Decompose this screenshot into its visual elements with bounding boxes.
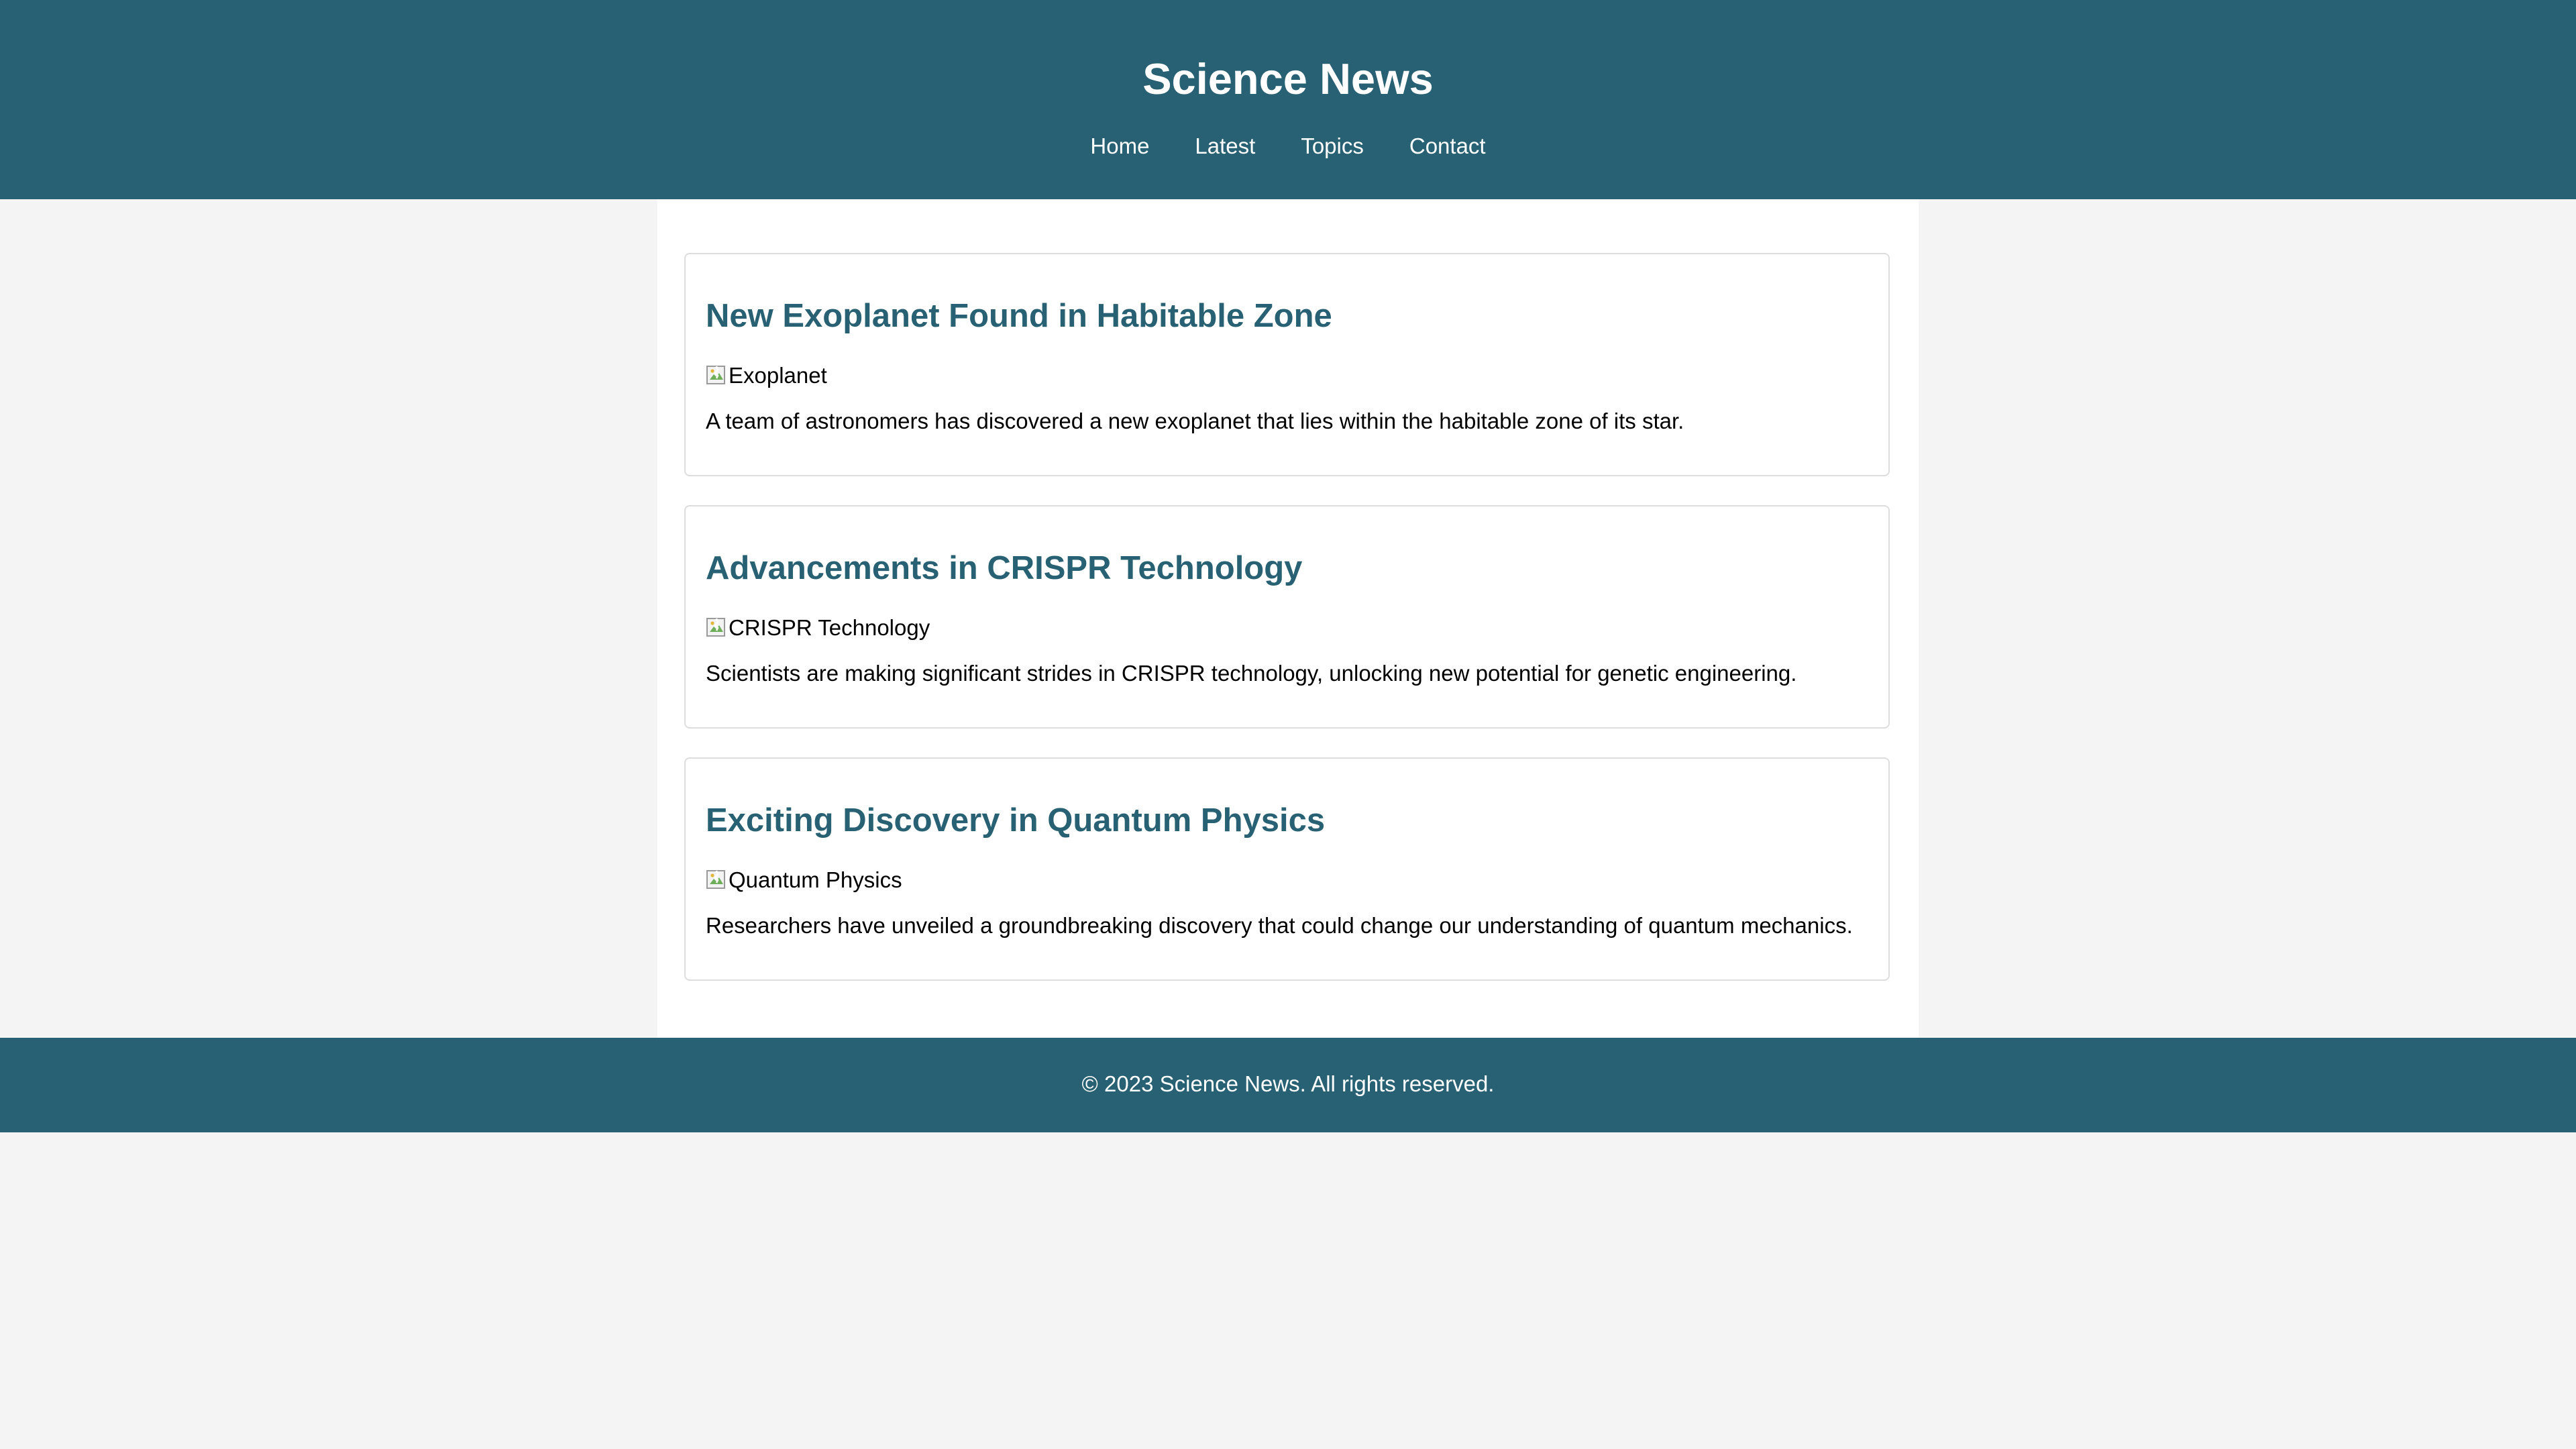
article-image: Quantum Physics	[706, 866, 902, 894]
article-summary: Researchers have unveiled a groundbreaki…	[706, 913, 1853, 938]
broken-image-icon	[706, 870, 725, 889]
image-alt-text: Quantum Physics	[729, 867, 902, 892]
broken-image-icon	[706, 366, 725, 384]
nav-link-latest[interactable]: Latest	[1195, 131, 1255, 161]
main-nav: Home Latest Topics Contact	[0, 131, 2576, 161]
image-alt-text: Exoplanet	[729, 363, 827, 388]
nav-link-home[interactable]: Home	[1090, 131, 1149, 161]
article-summary: A team of astronomers has discovered a n…	[706, 409, 1684, 433]
footer-copyright: © 2023 Science News. All rights reserved…	[1081, 1071, 1495, 1096]
site-title: Science News	[1142, 54, 1434, 103]
article-card-quantum: Exciting Discovery in Quantum Physics Qu…	[684, 757, 1890, 981]
image-alt-text: CRISPR Technology	[729, 615, 930, 640]
article-card-exoplanet: New Exoplanet Found in Habitable Zone Ex…	[684, 253, 1890, 476]
nav-link-topics[interactable]: Topics	[1301, 131, 1364, 161]
article-image: Exoplanet	[706, 362, 827, 390]
article-summary: Scientists are making significant stride…	[706, 661, 1797, 686]
nav-link-contact[interactable]: Contact	[1409, 131, 1486, 161]
article-image: CRISPR Technology	[706, 614, 930, 642]
main-content: New Exoplanet Found in Habitable Zone Ex…	[657, 199, 1919, 1038]
broken-image-icon	[706, 618, 725, 637]
article-title: Advancements in CRISPR Technology	[706, 550, 1303, 586]
article-title: Exciting Discovery in Quantum Physics	[706, 802, 1326, 839]
site-header: Science News Home Latest Topics Contact	[0, 0, 2576, 199]
article-title: New Exoplanet Found in Habitable Zone	[706, 298, 1332, 334]
site-footer: © 2023 Science News. All rights reserved…	[0, 1038, 2576, 1132]
article-card-crispr: Advancements in CRISPR Technology CRISPR…	[684, 505, 1890, 729]
